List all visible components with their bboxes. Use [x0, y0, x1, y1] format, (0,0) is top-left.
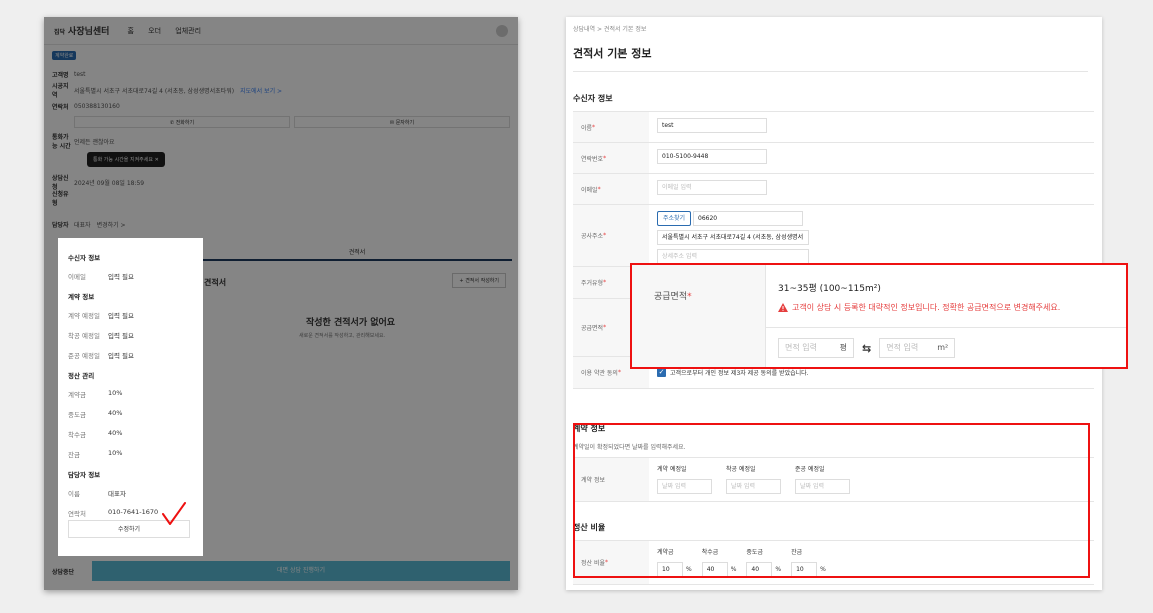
ratio4-title: 잔금 — [791, 549, 803, 556]
popup-m2-label: 연락처 — [68, 510, 86, 518]
warning-text: 고객이 상담 시 등록한 대략적인 정보입니다. 정확한 공급면적으로 변경해주… — [792, 303, 1061, 312]
popup-m2-value: 010-7641-1670 — [108, 508, 159, 516]
popup-p1-label: 계약금 — [68, 391, 86, 399]
contract-form: 계약 정보 계약 예정일날짜 입력 착공 예정일날짜 입력 준공 예정일날짜 입… — [573, 457, 1094, 502]
zip-input[interactable]: 06620 — [693, 211, 804, 226]
ratio1-title: 계약금 — [657, 549, 674, 556]
ratio2-input[interactable]: 40 — [701, 562, 728, 577]
page-title: 견적서 기본 정보 — [573, 47, 652, 60]
contract-desc: 계약일이 확정되었다면 날짜를 입력해주세요. — [573, 444, 686, 451]
popup-c1-value: 입력 필요 — [108, 312, 134, 320]
date1-title: 계약 예정일 — [657, 466, 687, 473]
popup-email-value: 입력 필요 — [108, 273, 134, 281]
start-date-input[interactable]: 날짜 입력 — [726, 479, 781, 494]
popup-p2-value: 40% — [108, 409, 123, 417]
area-pyeong-input[interactable]: 면적 입력 평 — [778, 338, 854, 358]
phone-label: 연락번호 * — [573, 143, 649, 173]
popup-p3-value: 40% — [108, 429, 123, 437]
area-m2-input[interactable]: 면적 입력 m² — [879, 338, 956, 358]
ratio2-title: 착수금 — [701, 549, 719, 556]
settle-section-title: 정산 비율 — [573, 523, 606, 532]
settle-label: 정산 비율 * — [573, 541, 649, 584]
popup-email-label: 이메일 — [68, 273, 86, 281]
popup-p1-value: 10% — [108, 389, 123, 397]
pct-sign: % — [775, 566, 782, 573]
popup-p4-label: 잔금 — [68, 451, 80, 459]
popup-m1-value: 대표자 — [108, 490, 126, 498]
check-mark-icon — [162, 502, 186, 525]
contract-label: 계약 정보 — [573, 458, 649, 501]
email-label: 이메일 * — [573, 174, 649, 204]
popup-manager-title: 담당자 정보 — [68, 471, 101, 479]
ratio3-title: 중도금 — [746, 549, 763, 556]
address-input[interactable]: 서울특별시 서초구 서초대로74길 4 (서초동, 삼성생명서 — [657, 230, 809, 245]
popup-contract-title: 계약 정보 — [68, 293, 95, 301]
agree-text: 고객으로부터 개인 정보 제3자 제공 동의를 받았습니다. — [670, 370, 809, 377]
popup-c3-label: 준공 예정일 — [68, 352, 100, 360]
popup-p2-label: 중도금 — [68, 411, 86, 419]
finish-date-input[interactable]: 날짜 입력 — [795, 479, 850, 494]
pyeong-unit: 평 — [839, 343, 847, 352]
agree-checkbox[interactable]: ✓ — [657, 368, 666, 377]
name-input[interactable]: test — [657, 118, 767, 133]
popup-m1-label: 이름 — [68, 490, 80, 498]
pct-sign: % — [686, 566, 692, 573]
supply-area-callout: 공급면적* 31~35평 (100~115m²) 고객이 상담 시 등록한 대략… — [630, 263, 1128, 369]
popup-recv-title: 수신자 정보 — [68, 254, 101, 262]
popup-p4-value: 10% — [108, 449, 123, 457]
m2-unit: m² — [937, 343, 949, 352]
address-label: 공사주소 * — [573, 205, 649, 266]
date3-title: 준공 예정일 — [795, 466, 825, 473]
popup-c1-label: 계약 예정일 — [68, 312, 100, 320]
divider — [573, 71, 1088, 72]
email-input[interactable]: 이메일 입력 — [657, 180, 767, 195]
swap-icon[interactable]: ⇆ — [862, 342, 871, 355]
pct-sign: % — [820, 566, 826, 573]
popup-p3-label: 착수금 — [68, 431, 86, 439]
popup-settle-title: 정산 관리 — [68, 372, 95, 380]
name-label: 이름 * — [573, 112, 649, 142]
contract-date-input[interactable]: 날짜 입력 — [657, 479, 712, 494]
phone-input[interactable]: 010-5100-9448 — [657, 149, 767, 164]
ratio1-input[interactable]: 10 — [657, 562, 683, 577]
warning-icon — [778, 303, 788, 312]
recv-section-title: 수신자 정보 — [573, 94, 613, 103]
zoom-supply-label: 공급면적* — [632, 265, 766, 367]
popup-c2-value: 입력 필요 — [108, 332, 134, 340]
settle-form: 정산 비율 * 계약금 10% 착수금 40% 중도금 40% 잔금 10% — [573, 540, 1094, 585]
zoom-area-value: 31~35평 (100~115m²) — [778, 284, 881, 294]
zoom-warning: 고객이 상담 시 등록한 대략적인 정보입니다. 정확한 공급면적으로 변경해주… — [778, 302, 1114, 313]
pct-sign: % — [730, 566, 737, 573]
address-detail-input[interactable]: 상세주소 입력 — [657, 249, 809, 264]
ratio3-input[interactable]: 40 — [746, 562, 773, 577]
contract-section-title: 계약 정보 — [573, 424, 606, 433]
ratio4-input[interactable]: 10 — [791, 562, 818, 577]
zoom-divider — [766, 327, 1126, 328]
popup-c2-label: 착공 예정일 — [68, 332, 100, 340]
popup-c3-value: 입력 필요 — [108, 352, 134, 360]
breadcrumb[interactable]: 상담내역 > 견적서 기본 정보 — [573, 24, 646, 33]
find-address-button[interactable]: 주소찾기 — [657, 211, 692, 226]
date2-title: 착공 예정일 — [726, 466, 756, 473]
